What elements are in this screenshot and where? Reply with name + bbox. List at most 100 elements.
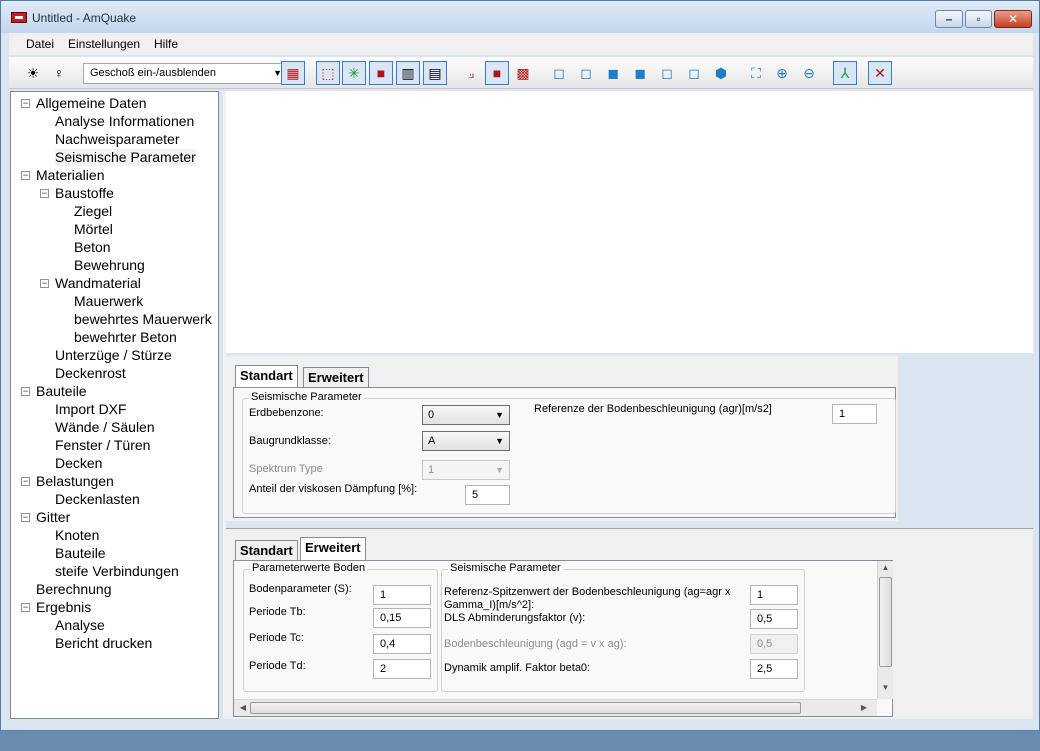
tab-erweitert[interactable]: Erweitert bbox=[303, 367, 369, 388]
tree-item[interactable]: Ergebnis bbox=[36, 599, 91, 616]
tree-item[interactable]: Ziegel bbox=[74, 203, 112, 220]
cross-point-icon[interactable]: ✕ bbox=[868, 61, 892, 85]
tree-item[interactable]: Analyse Informationen bbox=[55, 113, 194, 130]
select-frame-icon[interactable]: ⬚ bbox=[316, 61, 340, 85]
menu-datei[interactable]: Datei bbox=[26, 37, 54, 51]
erdbebenzone-select[interactable]: 0 ▼ bbox=[422, 405, 510, 425]
tree-expander-icon[interactable]: − bbox=[40, 279, 49, 288]
tree-item[interactable]: Wandmaterial bbox=[55, 275, 141, 292]
coord-axes-icon[interactable]: ⅄ bbox=[833, 61, 857, 85]
scroll-down-icon[interactable]: ▼ bbox=[878, 683, 893, 692]
tree-item[interactable]: Bericht drucken bbox=[55, 635, 152, 652]
tree-item[interactable]: Deckenrost bbox=[55, 365, 126, 382]
tree-item[interactable]: Beton bbox=[74, 239, 111, 256]
tree-item[interactable]: Bauteile bbox=[55, 545, 106, 562]
view-left-icon[interactable]: ◼ bbox=[601, 61, 625, 85]
tree-item[interactable]: Gitter bbox=[36, 509, 70, 526]
tree-item[interactable]: Bewehrung bbox=[74, 257, 145, 274]
tree-item[interactable]: Deckenlasten bbox=[55, 491, 140, 508]
zoom-in-icon[interactable]: ⊕ bbox=[770, 61, 794, 85]
bodenparameter-input[interactable]: 1 bbox=[373, 585, 431, 605]
tree-item[interactable]: Allgemeine Daten bbox=[36, 95, 147, 112]
tree-item[interactable]: Bauteile bbox=[36, 383, 87, 400]
tree-expander-icon[interactable]: − bbox=[21, 387, 30, 396]
zoom-fit-icon[interactable]: ⛶ bbox=[744, 61, 768, 85]
zoom-out-icon[interactable]: ⊖ bbox=[797, 61, 821, 85]
tree-item[interactable]: bewehrter Beton bbox=[74, 329, 177, 346]
tree-item[interactable]: Analyse bbox=[55, 617, 105, 634]
periode-tb-input[interactable]: 0,15 bbox=[373, 608, 431, 628]
view-front-icon[interactable]: ◻ bbox=[547, 61, 571, 85]
view-top-icon[interactable]: ◻ bbox=[655, 61, 679, 85]
bodenparameter-label: Bodenparameter (S): bbox=[249, 583, 352, 595]
scroll-left-icon[interactable]: ◀ bbox=[238, 703, 248, 712]
tree-expander-icon[interactable]: − bbox=[21, 171, 30, 180]
tree-item[interactable]: Berechnung bbox=[36, 581, 112, 598]
beta-input[interactable]: 2,5 bbox=[750, 659, 798, 679]
scroll-thumb-h[interactable] bbox=[250, 702, 801, 714]
minimize-button[interactable]: – bbox=[935, 10, 963, 28]
scroll-right-icon[interactable]: ▶ bbox=[859, 703, 869, 712]
tree-item[interactable]: steife Verbindungen bbox=[55, 563, 179, 580]
seismic-params-group: Seismische Parameter bbox=[242, 391, 896, 514]
menu-einstellungen[interactable]: Einstellungen bbox=[68, 37, 140, 51]
view-back-icon[interactable]: ◻ bbox=[574, 61, 598, 85]
tree-item[interactable]: Mörtel bbox=[74, 221, 113, 238]
periode-tc-label: Periode Tc: bbox=[249, 632, 304, 644]
dls-input[interactable]: 0,5 bbox=[750, 609, 798, 629]
tree-item[interactable]: bewehrtes Mauerwerk bbox=[74, 311, 212, 328]
daempfung-input[interactable]: 5 bbox=[465, 485, 510, 505]
scroll-thumb[interactable] bbox=[879, 577, 892, 667]
maximize-button[interactable]: ▫ bbox=[965, 10, 992, 28]
horizontal-scrollbar[interactable]: ◀ ▶ bbox=[234, 699, 877, 716]
periode-tc-input[interactable]: 0,4 bbox=[373, 634, 431, 654]
cube-wire-icon[interactable]: ▥ bbox=[396, 61, 420, 85]
agr-input[interactable]: 1 bbox=[832, 404, 877, 424]
tree-expander-icon[interactable]: − bbox=[21, 513, 30, 522]
tree-item[interactable]: Fenster / Türen bbox=[55, 437, 150, 454]
node-star-icon[interactable]: ✳ bbox=[342, 61, 366, 85]
bulb-icon[interactable]: ♀ bbox=[47, 61, 71, 85]
tree-item[interactable]: Baustoffe bbox=[55, 185, 114, 202]
floor-visibility-combo[interactable]: Geschoß ein-/ausblenden ▼ bbox=[83, 63, 287, 84]
tree-item[interactable]: Unterzüge / Stürze bbox=[55, 347, 172, 364]
tree-item[interactable]: Import DXF bbox=[55, 401, 127, 418]
wall-grid-icon[interactable]: ▦ bbox=[281, 61, 305, 85]
menu-hilfe[interactable]: Hilfe bbox=[154, 37, 178, 51]
model-view-canvas[interactable] bbox=[226, 91, 1033, 353]
tree-item[interactable]: Knoten bbox=[55, 527, 99, 544]
scroll-up-icon[interactable]: ▲ bbox=[878, 563, 893, 572]
tab-standart[interactable]: Standart bbox=[235, 365, 298, 388]
close-button[interactable]: ✕ bbox=[994, 10, 1032, 28]
axis-icon[interactable]: ⟓ bbox=[459, 61, 483, 85]
baugrundklasse-select[interactable]: A ▼ bbox=[422, 431, 510, 451]
tree-item[interactable]: Wände / Säulen bbox=[55, 419, 155, 436]
cube-wire2-icon[interactable]: ▤ bbox=[423, 61, 447, 85]
tree-expander-icon[interactable]: − bbox=[21, 99, 30, 108]
baugrundklasse-value: A bbox=[428, 435, 436, 447]
tab-standart[interactable]: Standart bbox=[235, 540, 298, 561]
tree-item[interactable]: Decken bbox=[55, 455, 102, 472]
tree-item[interactable]: Mauerwerk bbox=[74, 293, 143, 310]
tree-item[interactable]: Seismische Parameter bbox=[55, 149, 196, 166]
tree-expander-icon[interactable]: − bbox=[21, 477, 30, 486]
ag-input[interactable]: 1 bbox=[750, 585, 798, 605]
cube-outline-icon[interactable]: ▩ bbox=[511, 61, 535, 85]
floor-visibility-value: Geschoß ein-/ausblenden bbox=[90, 67, 216, 79]
bug-icon[interactable]: ☀ bbox=[21, 61, 45, 85]
tree-item[interactable]: Materialien bbox=[36, 167, 104, 184]
cube-solid-icon[interactable]: ■ bbox=[485, 61, 509, 85]
vertical-scrollbar[interactable]: ▲ ▼ bbox=[877, 561, 893, 699]
view-iso-icon[interactable]: ⬢ bbox=[709, 61, 733, 85]
tree-item[interactable]: Nachweisparameter bbox=[55, 131, 180, 148]
tree-expander-icon[interactable]: − bbox=[21, 603, 30, 612]
beta-label: Dynamik amplif. Faktor beta0: bbox=[444, 662, 591, 674]
tree-expander-icon[interactable]: − bbox=[40, 189, 49, 198]
tab-erweitert[interactable]: Erweitert bbox=[300, 537, 366, 560]
view-bottom-icon[interactable]: ◻ bbox=[682, 61, 706, 85]
periode-td-input[interactable]: 2 bbox=[373, 659, 431, 679]
periode-td-label: Periode Td: bbox=[249, 660, 306, 672]
tree-item[interactable]: Belastungen bbox=[36, 473, 114, 490]
cube-red-icon[interactable]: ■ bbox=[369, 61, 393, 85]
view-right-icon[interactable]: ◼ bbox=[628, 61, 652, 85]
